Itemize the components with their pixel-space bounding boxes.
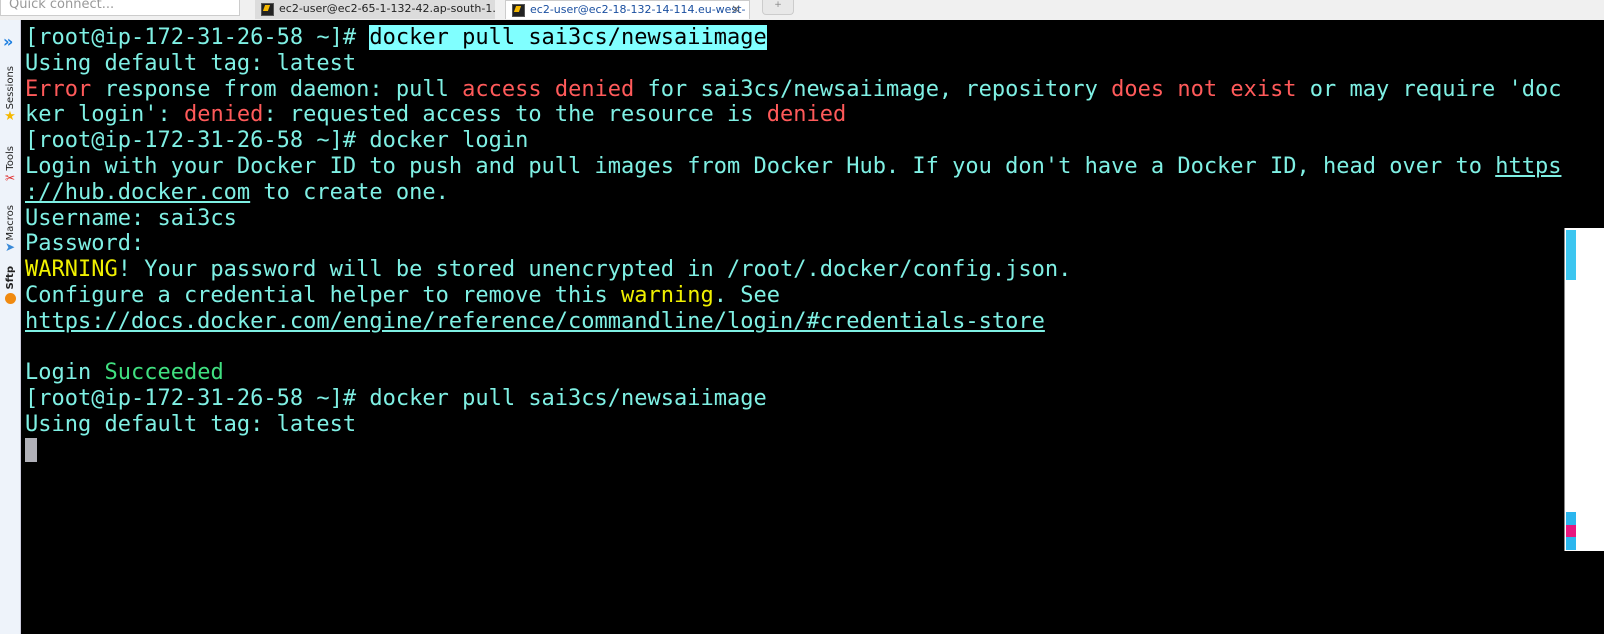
- terminal-text: ker login':: [25, 102, 184, 128]
- terminal-text: [root@ip-172-31-26-58 ~]#: [25, 25, 370, 50]
- sidebar-item-tools[interactable]: Tools ✂: [0, 146, 20, 185]
- terminal-text: Using default tag: latest: [25, 50, 357, 76]
- terminal-line: Error response from daemon: pull access …: [25, 77, 1561, 103]
- tools-icon: ✂: [4, 170, 16, 185]
- terminal-link[interactable]: ://hub.docker.com: [25, 180, 250, 205]
- sidebar-item-label: Macros: [4, 205, 16, 241]
- terminal-text: docker pull sai3cs/newsaiimage: [369, 25, 767, 50]
- terminal-text: Using default tag: latest: [25, 411, 357, 437]
- terminal-text: Succeeded: [104, 360, 224, 386]
- tab-bar: Quick connect... ec2-user@ec2-65-1-132-4…: [0, 0, 1604, 21]
- terminal-text: response from daemon: pull: [91, 76, 463, 102]
- terminal-text: Username: sai3cs: [25, 205, 237, 231]
- terminal-line: ://hub.docker.com to create one.: [25, 180, 1561, 206]
- terminal-line: ker login': denied: requested access to …: [25, 102, 1561, 128]
- terminal-line: WARNING! Your password will be stored un…: [25, 257, 1561, 283]
- tab-label: ec2-user@ec2-65-1-132-42.ap-south-1.c: [279, 2, 495, 15]
- terminal-line: Using default tag: latest: [25, 51, 1561, 77]
- terminal-text: to create one.: [250, 179, 449, 205]
- terminal-cursor: [25, 437, 37, 462]
- terminal-text: access denied: [462, 76, 635, 102]
- terminal-line: Using default tag: latest: [25, 412, 1561, 438]
- terminal-text: . See: [713, 282, 780, 308]
- sidebar-item-sftp[interactable]: Sftp: [0, 266, 20, 304]
- terminal-line: Username: sai3cs: [25, 206, 1561, 232]
- terminal-line: [root@ip-172-31-26-58 ~]# docker pull sa…: [25, 386, 1561, 412]
- terminal-output: [root@ip-172-31-26-58 ~]# docker pull sa…: [25, 25, 1561, 464]
- terminal-text: denied: [183, 102, 264, 128]
- terminal-text: denied: [766, 102, 847, 128]
- terminal-text: or may require 'doc: [1296, 76, 1562, 102]
- terminal-text: Error: [25, 76, 92, 102]
- terminal-text: [root@ip-172-31-26-58 ~]# docker pull sa…: [25, 386, 767, 412]
- sidebar: » Sessions ★ Tools ✂ Macros ➤ Sftp: [0, 20, 21, 634]
- new-tab-button[interactable]: +: [762, 0, 794, 15]
- terminal-session-icon: [512, 4, 525, 17]
- terminal-session-icon: [261, 3, 274, 16]
- terminal-line: https://docs.docker.com/engine/reference…: [25, 309, 1561, 335]
- expand-sidebar-icon[interactable]: »: [3, 34, 13, 50]
- terminal-text: WARNING: [25, 257, 118, 283]
- terminal-line: Configure a credential helper to remove …: [25, 283, 1561, 309]
- sidebar-item-macros[interactable]: Macros ➤: [0, 205, 20, 254]
- close-tab-icon[interactable]: ×: [731, 1, 741, 18]
- terminal-text: ! Your password will be stored unencrypt…: [117, 257, 1072, 283]
- terminal-line: Password:: [25, 231, 1561, 257]
- terminal-text: [root@ip-172-31-26-58 ~]# docker login: [25, 128, 529, 154]
- terminal-text: Login: [25, 360, 105, 386]
- terminal[interactable]: [root@ip-172-31-26-58 ~]# docker pull sa…: [21, 20, 1604, 634]
- terminal-text: : requested access to the resource is: [263, 102, 767, 128]
- session-tab-eu-west[interactable]: ec2-user@ec2-18-132-14-114.eu-west- ×: [505, 0, 750, 19]
- terminal-text: Login with your Docker ID to push and pu…: [25, 153, 1496, 179]
- sftp-globe-icon: [4, 292, 16, 304]
- terminal-line: [root@ip-172-31-26-58 ~]# docker pull sa…: [25, 25, 1561, 51]
- tab-label: ec2-user@ec2-18-132-14-114.eu-west-: [530, 3, 746, 16]
- panel-marker: [1566, 230, 1576, 280]
- star-icon: ★: [4, 109, 16, 125]
- terminal-text: Password:: [25, 231, 145, 257]
- sidebar-item-label: Sftp: [4, 266, 16, 290]
- quick-connect-input[interactable]: Quick connect...: [0, 0, 240, 16]
- terminal-line: Login Succeeded: [25, 360, 1561, 386]
- terminal-text: does not exist: [1111, 76, 1297, 102]
- terminal-text: warning: [621, 282, 714, 308]
- terminal-link[interactable]: https: [1495, 154, 1561, 179]
- panel-marker: [1566, 525, 1576, 537]
- sidebar-item-sessions[interactable]: Sessions ★: [0, 66, 20, 124]
- paper-plane-icon: ➤: [4, 240, 16, 255]
- terminal-text: for sai3cs/newsaiimage, repository: [634, 76, 1112, 102]
- terminal-text: Configure a credential helper to remove …: [25, 282, 622, 308]
- sidebar-item-label: Sessions: [4, 66, 16, 110]
- session-tab-ap-south[interactable]: ec2-user@ec2-65-1-132-42.ap-south-1.c: [255, 0, 495, 19]
- terminal-line: [25, 437, 1561, 464]
- sidebar-item-label: Tools: [4, 146, 16, 171]
- terminal-line: Login with your Docker ID to push and pu…: [25, 154, 1561, 180]
- terminal-link[interactable]: https://docs.docker.com/engine/reference…: [25, 309, 1045, 334]
- terminal-line: [root@ip-172-31-26-58 ~]# docker login: [25, 128, 1561, 154]
